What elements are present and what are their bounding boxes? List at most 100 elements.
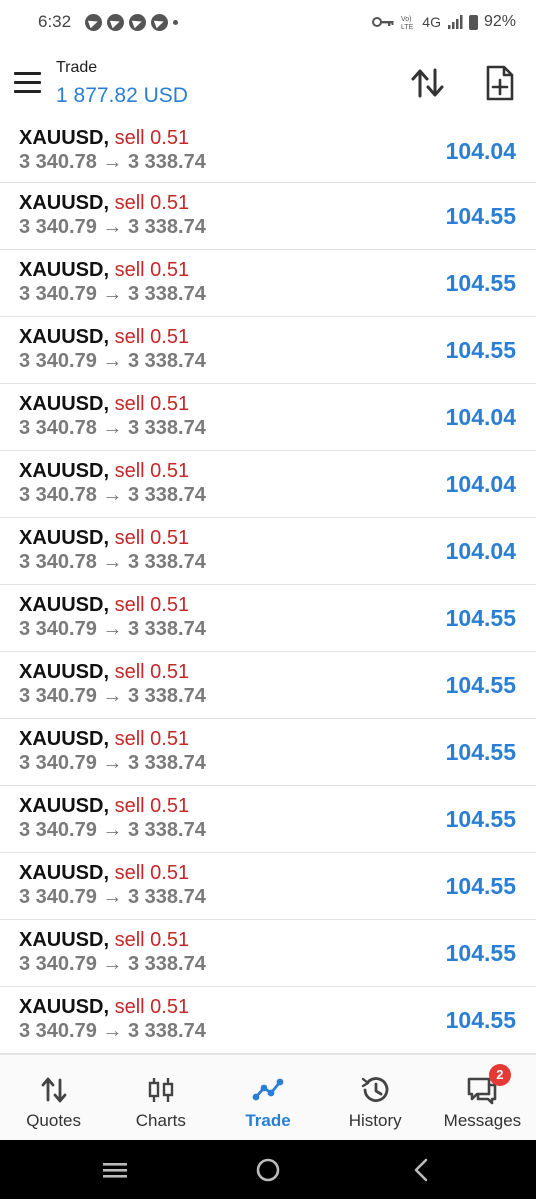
trade-title: XAUUSD, sell 0.51 <box>19 127 189 150</box>
trade-side: sell 0.51 <box>114 929 190 951</box>
trade-row[interactable]: XAUUSD, sell 0.51 3 340.79 → 3 338.74 104.… <box>0 652 536 719</box>
trade-title: XAUUSD, sell 0.51 <box>19 862 189 885</box>
trade-symbol: XAUUSD, <box>19 929 110 951</box>
telegram-icon <box>107 13 125 31</box>
system-nav-bar <box>0 1140 536 1199</box>
nav-history-label: History <box>348 1111 402 1130</box>
trade-symbol: XAUUSD, <box>19 326 110 348</box>
trade-row[interactable]: XAUUSD, sell 0.51 3 340.79 → 3 338.74 104.… <box>0 250 536 317</box>
recent-apps-icon[interactable] <box>100 1156 130 1184</box>
trade-row[interactable]: XAUUSD, sell 0.51 3 340.78 → 3 338.74 104.… <box>0 451 536 518</box>
trade-side: sell 0.51 <box>114 996 190 1018</box>
signal-icon <box>447 15 463 29</box>
trade-profit: 104.04 <box>445 471 516 497</box>
telegram-icon <box>85 13 103 31</box>
trade-side: sell 0.51 <box>114 326 190 348</box>
nav-quotes[interactable]: Quotes <box>0 1055 107 1140</box>
trade-symbol: XAUUSD, <box>19 259 110 281</box>
trade-row[interactable]: XAUUSD, sell 0.51 3 340.78 → 3 338.74 104.… <box>0 518 536 585</box>
trade-row[interactable]: XAUUSD, sell 0.51 3 340.78 → 3 338.74 104.… <box>0 118 536 183</box>
status-time: 6:32 <box>38 12 72 31</box>
trade-prices: 3 340.79 → 3 338.74 <box>19 752 206 774</box>
trade-symbol: XAUUSD, <box>19 393 110 415</box>
trade-side: sell 0.51 <box>114 527 190 549</box>
trade-title: XAUUSD, sell 0.51 <box>19 728 189 751</box>
trade-prices: 3 340.78 → 3 338.74 <box>19 417 206 439</box>
nav-quotes-label: Quotes <box>26 1111 81 1130</box>
trade-side: sell 0.51 <box>114 661 190 683</box>
nav-charts[interactable]: Charts <box>107 1055 214 1140</box>
more-notifications-icon <box>173 19 179 25</box>
telegram-icon <box>129 13 147 31</box>
nav-messages[interactable]: 2 Messages <box>429 1055 536 1140</box>
trade-profit: 104.55 <box>445 337 516 363</box>
trade-prices: 3 340.79 → 3 338.74 <box>19 819 206 841</box>
history-icon <box>362 1077 389 1102</box>
trade-row[interactable]: XAUUSD, sell 0.51 3 340.79 → 3 338.74 104.… <box>0 920 536 987</box>
trade-symbol: XAUUSD, <box>19 527 110 549</box>
trade-prices: 3 340.79 → 3 338.74 <box>19 685 206 707</box>
volte-icon: Vo) LTE <box>401 16 414 30</box>
trade-title: XAUUSD, sell 0.51 <box>19 594 189 617</box>
nav-history[interactable]: History <box>322 1055 429 1140</box>
trade-title: XAUUSD, sell 0.51 <box>19 929 189 952</box>
trade-row[interactable]: XAUUSD, sell 0.51 3 340.79 → 3 338.74 104.… <box>0 317 536 384</box>
trade-row[interactable]: XAUUSD, sell 0.51 3 340.79 → 3 338.74 104.… <box>0 786 536 853</box>
trade-row[interactable]: XAUUSD, sell 0.51 3 340.78 → 3 338.74 104.… <box>0 384 536 451</box>
trade-side: sell 0.51 <box>114 862 190 884</box>
trade-symbol: XAUUSD, <box>19 661 110 683</box>
trade-title: XAUUSD, sell 0.51 <box>19 996 189 1019</box>
trade-title: XAUUSD, sell 0.51 <box>19 527 189 550</box>
trade-row[interactable]: XAUUSD, sell 0.51 3 340.79 → 3 338.74 104.… <box>0 719 536 786</box>
trade-prices: 3 340.78 → 3 338.74 <box>19 484 206 506</box>
trade-symbol: XAUUSD, <box>19 728 110 750</box>
trade-title: XAUUSD, sell 0.51 <box>19 259 189 282</box>
trade-symbol: XAUUSD, <box>19 127 110 149</box>
trade-profit: 104.04 <box>445 138 516 164</box>
svg-text:Vo): Vo) <box>401 16 412 23</box>
trade-profit: 104.55 <box>445 203 516 229</box>
trade-profit: 104.55 <box>445 806 516 832</box>
trade-symbol: XAUUSD, <box>19 795 110 817</box>
back-icon[interactable] <box>406 1156 436 1184</box>
trade-row[interactable]: XAUUSD, sell 0.51 3 340.79 → 3 338.74 104.… <box>0 585 536 652</box>
trade-side: sell 0.51 <box>114 795 190 817</box>
trade-prices: 3 340.79 → 3 338.74 <box>19 1020 206 1042</box>
trade-row[interactable]: XAUUSD, sell 0.51 3 340.79 → 3 338.74 104.… <box>0 987 536 1054</box>
status-right: Vo) LTE 4G 92% <box>372 13 516 31</box>
trade-side: sell 0.51 <box>114 728 190 750</box>
battery-icon <box>468 14 478 30</box>
trade-prices: 3 340.79 → 3 338.74 <box>19 618 206 640</box>
notification-icons <box>85 13 179 31</box>
trade-prices: 3 340.79 → 3 338.74 <box>19 283 206 305</box>
trade-row[interactable]: XAUUSD, sell 0.51 3 340.79 → 3 338.74 104.… <box>0 183 536 250</box>
trade-side: sell 0.51 <box>114 393 190 415</box>
trade-symbol: XAUUSD, <box>19 996 110 1018</box>
charts-icon <box>148 1078 173 1102</box>
nav-trade[interactable]: Trade <box>214 1055 321 1140</box>
trade-title: XAUUSD, sell 0.51 <box>19 795 189 818</box>
home-icon[interactable] <box>253 1156 283 1184</box>
trade-profit: 104.55 <box>445 873 516 899</box>
trade-prices: 3 340.79 → 3 338.74 <box>19 953 206 975</box>
svg-text:LTE: LTE <box>401 24 414 30</box>
trade-symbol: XAUUSD, <box>19 862 110 884</box>
trade-side: sell 0.51 <box>114 460 190 482</box>
trade-side: sell 0.51 <box>114 127 190 149</box>
nav-charts-label: Charts <box>135 1111 186 1130</box>
trade-profit: 104.55 <box>445 739 516 765</box>
trade-prices: 3 340.79 → 3 338.74 <box>19 350 206 372</box>
trade-side: sell 0.51 <box>114 594 190 616</box>
trade-list: XAUUSD, sell 0.51 3 340.78 → 3 338.74 104.… <box>0 118 536 1054</box>
sort-icon[interactable] <box>408 66 448 100</box>
menu-icon[interactable] <box>14 72 42 94</box>
new-order-icon[interactable] <box>480 64 520 102</box>
trade-side: sell 0.51 <box>114 259 190 281</box>
bottom-nav: Quotes Charts Trade History 2 Messages <box>0 1054 536 1140</box>
trade-icon <box>252 1078 284 1101</box>
trade-title: XAUUSD, sell 0.51 <box>19 192 189 215</box>
trade-profit: 104.04 <box>445 538 516 564</box>
trade-row[interactable]: XAUUSD, sell 0.51 3 340.79 → 3 338.74 104.… <box>0 853 536 920</box>
messages-badge: 2 <box>488 1064 511 1086</box>
trade-title: XAUUSD, sell 0.51 <box>19 661 189 684</box>
